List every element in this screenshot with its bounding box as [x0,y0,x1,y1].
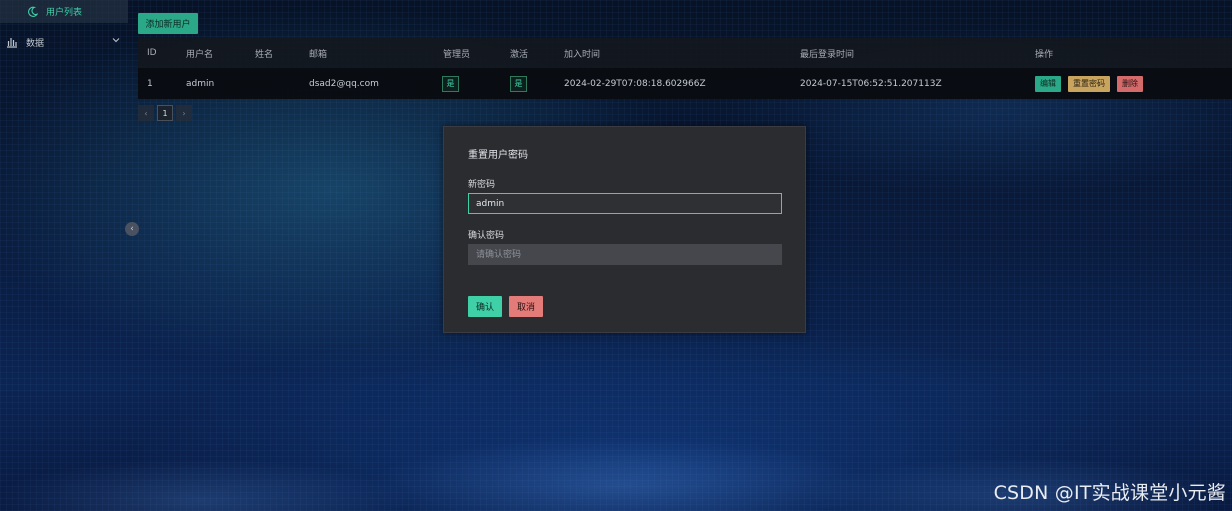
moon-icon [26,6,38,18]
reset-password-button[interactable]: 重置密码 [1068,75,1110,92]
header-admin: 管理员 [443,49,471,60]
confirm-button[interactable]: 确认 [468,296,502,317]
cell-username: admin [186,78,215,89]
delete-button[interactable]: 删除 [1117,75,1143,92]
pagination-page-1[interactable]: 1 [157,105,173,121]
sidebar-collapse-button[interactable]: ‹ [125,222,139,236]
table-header: ID 用户名 姓名 邮箱 管理员 激活 加入时间 最后登录时间 操作 [138,38,1232,68]
header-active: 激活 [510,49,529,60]
new-password-input[interactable] [468,193,782,214]
cell-admin: 是 [442,68,459,99]
sidebar: 用户列表 数据 [0,0,130,511]
pagination-next-button[interactable]: › [176,105,192,121]
sidebar-item-user-list[interactable]: 用户列表 [0,0,128,23]
header-last-login: 最后登录时间 [800,49,855,60]
header-username: 用户名 [186,49,214,60]
new-password-label: 新密码 [468,180,496,190]
chevron-left-icon: ‹ [130,224,134,234]
cancel-button[interactable]: 取消 [509,296,543,317]
dialog-title: 重置用户密码 [468,150,528,161]
cell-last-login: 2024-07-15T06:52:51.207113Z [800,78,942,89]
cell-actions: 编辑 重置密码 删除 [1035,68,1150,99]
confirm-password-label: 确认密码 [468,231,505,241]
reset-password-dialog: 重置用户密码 新密码 确认密码 确认 取消 [443,126,806,333]
cell-joined: 2024-02-29T07:08:18.602966Z [564,78,706,89]
admin-badge: 是 [442,75,459,92]
sidebar-item-label: 数据 [26,38,45,49]
confirm-password-input[interactable] [468,244,782,265]
table-row: 1 admin dsad2@qq.com 是 是 2024-02-29T07:0… [138,68,1232,99]
user-table: ID 用户名 姓名 邮箱 管理员 激活 加入时间 最后登录时间 操作 1 adm… [138,38,1232,99]
sidebar-item-label: 用户列表 [46,8,83,18]
edit-button[interactable]: 编辑 [1035,75,1061,92]
header-name: 姓名 [255,49,274,60]
header-joined: 加入时间 [564,49,601,60]
sidebar-item-data[interactable]: 数据 [0,30,128,54]
watermark: CSDN @IT实战课堂小元酱 [993,482,1226,504]
header-actions: 操作 [1035,49,1054,60]
chevron-down-icon [112,36,120,47]
cell-email: dsad2@qq.com [309,78,379,89]
add-user-button[interactable]: 添加新用户 [138,13,198,34]
bar-chart-icon [6,36,18,48]
header-email: 邮箱 [309,49,328,60]
pagination: ‹ 1 › [138,105,192,121]
cell-id: 1 [147,78,153,89]
cell-active: 是 [510,68,527,99]
active-badge: 是 [510,75,527,92]
header-id: ID [147,48,157,58]
pagination-prev-button[interactable]: ‹ [138,105,154,121]
